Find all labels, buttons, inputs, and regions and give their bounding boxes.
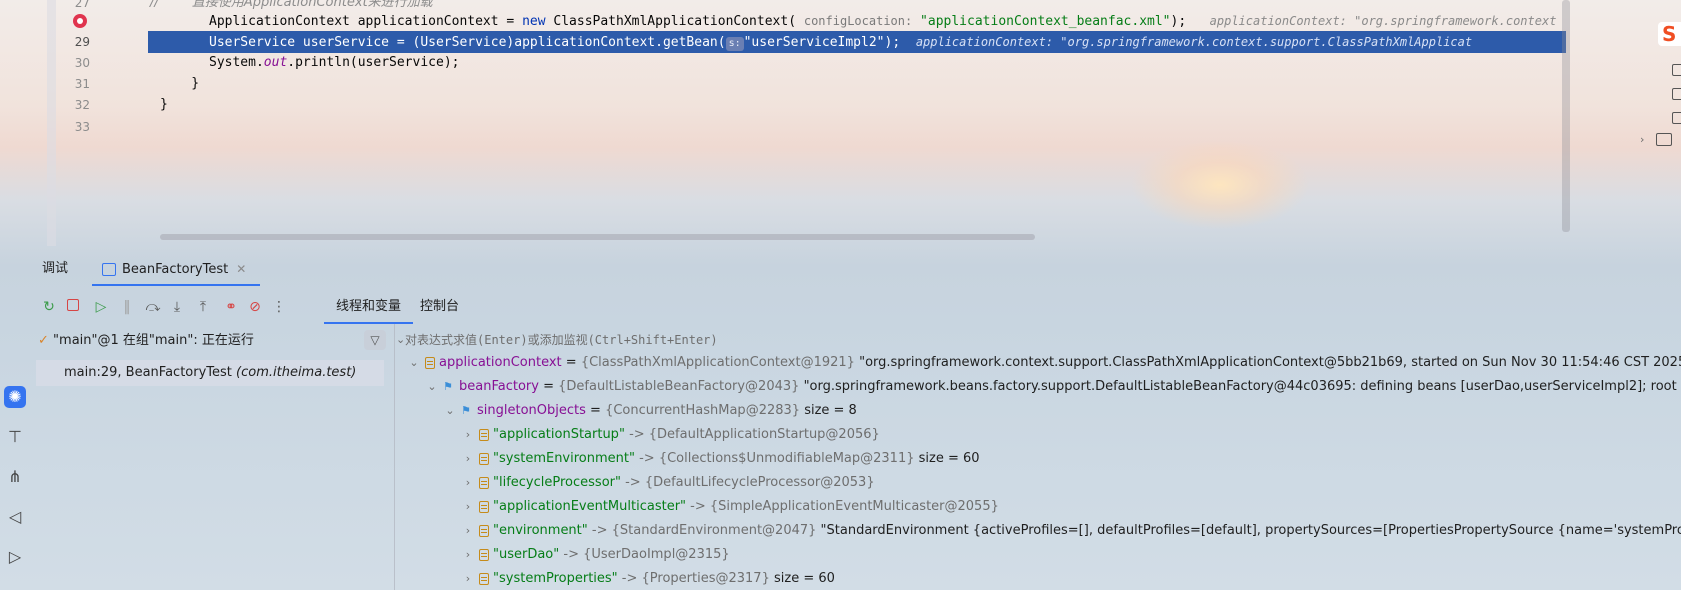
variable-row[interactable]: ⌄ applicationContext = {ClassPathXmlAppli… bbox=[407, 352, 1681, 374]
param-chip: s: bbox=[725, 37, 744, 51]
debug-tool-window-tabs: 调试 BeanFactoryTest ✕ bbox=[28, 254, 1681, 286]
variable-row[interactable]: › "applicationStartup" -> {DefaultApplica… bbox=[461, 424, 880, 446]
code-text: } bbox=[160, 76, 200, 91]
view-breakpoints-icon[interactable]: ⚭ bbox=[222, 298, 240, 316]
close-icon[interactable]: ✕ bbox=[236, 262, 246, 276]
check-icon: ✓ bbox=[38, 333, 49, 348]
code-line-31[interactable]: 31 } bbox=[0, 73, 1568, 95]
variable-row[interactable]: › "systemEnvironment" -> {Collections$Unm… bbox=[461, 448, 980, 470]
variable-row[interactable]: › "systemProperties" -> {Properties@2317}… bbox=[461, 568, 835, 590]
rerun-icon[interactable]: ↻ bbox=[40, 298, 58, 316]
step-over-icon[interactable]: ⤼ bbox=[144, 298, 162, 316]
step-into-icon[interactable]: ⤓ bbox=[168, 298, 186, 316]
filter-icon[interactable]: ▽ bbox=[364, 330, 386, 350]
variable-row[interactable]: › "lifecycleProcessor" -> {DefaultLifecyc… bbox=[461, 472, 875, 494]
chevron-right-icon[interactable]: › bbox=[1640, 133, 1644, 146]
evaluate-expression-input[interactable]: 对表达式求值(Enter)或添加监视(Ctrl+Shift+Enter) bbox=[405, 330, 718, 350]
file-icon[interactable] bbox=[1672, 88, 1681, 100]
field-icon bbox=[479, 452, 489, 465]
chevron-down-icon[interactable]: ⌄ bbox=[425, 376, 439, 398]
field-icon bbox=[479, 548, 489, 561]
field-icon bbox=[479, 500, 489, 513]
thread-selector[interactable]: ✓ "main"@1 在组"main": 正在运行 bbox=[38, 330, 254, 352]
tab-threads-variables[interactable]: 线程和变量 bbox=[324, 292, 414, 324]
chevron-down-icon[interactable]: ⌄ bbox=[443, 400, 457, 422]
inline-value-hint: applicationContext: "org.springframework… bbox=[1209, 14, 1557, 28]
tab-beanfactorytest[interactable]: BeanFactoryTest ✕ bbox=[92, 254, 261, 286]
mute-breakpoints-icon[interactable]: ⊘ bbox=[246, 298, 264, 316]
stack-frame-selected[interactable]: main:29, BeanFactoryTest (com.itheima.te… bbox=[36, 360, 384, 386]
param-hint: configLocation: bbox=[803, 14, 913, 28]
flag-icon: ⚑ bbox=[461, 404, 471, 417]
chevron-right-icon[interactable]: › bbox=[461, 520, 475, 542]
code-text: ApplicationContext applicationContext = … bbox=[209, 14, 1557, 29]
file-icon[interactable] bbox=[1672, 64, 1681, 76]
debug-toolbar: ↻ ▷ ‖ ⤼ ⤓ ⤒ ⚭ ⊘ ⋮ bbox=[28, 292, 328, 322]
chevron-right-icon[interactable]: › bbox=[461, 448, 475, 470]
tab-console[interactable]: 控制台 bbox=[420, 292, 459, 322]
code-text: } bbox=[160, 97, 168, 112]
chevron-down-icon[interactable]: ⌄ bbox=[407, 352, 421, 374]
stop-icon[interactable] bbox=[64, 298, 82, 316]
run-dashboard-icon[interactable]: ◁ bbox=[4, 506, 26, 528]
services-icon[interactable]: ⋔ bbox=[4, 466, 26, 488]
breakpoint-icon[interactable] bbox=[73, 14, 87, 28]
line-number: 33 bbox=[74, 120, 90, 134]
variable-row[interactable]: ⌄ ⚑ beanFactory = {DefaultListableBeanFact… bbox=[425, 376, 1681, 398]
pause-icon[interactable]: ‖ bbox=[118, 298, 136, 316]
code-line-28[interactable]: ApplicationContext applicationContext = … bbox=[0, 10, 1568, 32]
editor-vertical-scrollbar[interactable] bbox=[1562, 0, 1570, 232]
build-icon[interactable]: ⊤ bbox=[4, 426, 26, 448]
code-editor[interactable]: 27 // 直接使用ApplicationContext来进行加载 Applic… bbox=[0, 0, 1570, 246]
thread-status: "main"@1 在组"main": 正在运行 bbox=[53, 333, 254, 348]
field-icon bbox=[479, 572, 489, 585]
field-icon bbox=[425, 356, 435, 369]
run-icon[interactable]: ▷ bbox=[4, 546, 26, 568]
variable-row[interactable]: › "applicationEventMulticaster" -> {Simpl… bbox=[461, 496, 999, 518]
line-number: 30 bbox=[74, 56, 90, 70]
inline-value-hint: applicationContext: "org.springframework… bbox=[915, 35, 1473, 49]
chevron-right-icon[interactable]: › bbox=[461, 568, 475, 590]
more-icon[interactable]: ⋮ bbox=[270, 298, 288, 316]
chevron-right-icon[interactable]: › bbox=[461, 472, 475, 494]
code-line-33[interactable]: 33 bbox=[0, 116, 1568, 138]
tab-debug[interactable]: 调试 bbox=[42, 254, 68, 284]
variables-pane: 对表达式求值(Enter)或添加监视(Ctrl+Shift+Enter) ⌄ ap… bbox=[395, 324, 1681, 590]
step-out-icon[interactable]: ⤒ bbox=[194, 298, 212, 316]
variable-row[interactable]: ⌄ ⚑ singletonObjects = {ConcurrentHashMap@… bbox=[443, 400, 856, 422]
variable-row[interactable]: › "userDao" -> {UserDaoImpl@2315} bbox=[461, 544, 730, 566]
run-config-icon bbox=[102, 263, 116, 276]
debug-icon[interactable]: ✺ bbox=[4, 386, 26, 408]
code-line-29-execution-point[interactable]: 29 UserService userService = (UserServic… bbox=[75, 31, 1566, 53]
threads-frames-pane: ✓ "main"@1 在组"main": 正在运行 ▽ ⌄ main:29, B… bbox=[28, 324, 405, 590]
tab-label: BeanFactoryTest bbox=[122, 262, 229, 277]
spring-logo-icon: S bbox=[1658, 22, 1681, 46]
line-number: 31 bbox=[74, 77, 90, 91]
folder-icon[interactable] bbox=[1656, 133, 1672, 146]
field-icon bbox=[479, 524, 489, 537]
chevron-right-icon[interactable]: › bbox=[461, 496, 475, 518]
line-number: 32 bbox=[74, 98, 90, 112]
code-text: System.out.println(userService); bbox=[209, 55, 460, 70]
code-line-32[interactable]: 32 } bbox=[0, 94, 1568, 116]
resume-icon[interactable]: ▷ bbox=[92, 298, 110, 316]
field-icon bbox=[479, 476, 489, 489]
field-icon bbox=[479, 428, 489, 441]
flag-icon: ⚑ bbox=[443, 380, 453, 393]
chevron-right-icon[interactable]: › bbox=[461, 424, 475, 446]
editor-horizontal-scrollbar[interactable] bbox=[160, 234, 1035, 240]
variable-row[interactable]: › "environment" -> {StandardEnvironment@2… bbox=[461, 520, 1681, 542]
file-icon[interactable] bbox=[1672, 112, 1681, 124]
left-tool-strip: ✺ ⊤ ⋔ ◁ ▷ bbox=[0, 370, 28, 590]
line-number: 29 bbox=[74, 35, 90, 49]
code-text: UserService userService = (UserService)a… bbox=[209, 35, 1473, 51]
code-line-30[interactable]: 30 System.out.println(userService); bbox=[0, 52, 1568, 74]
chevron-right-icon[interactable]: › bbox=[461, 544, 475, 566]
